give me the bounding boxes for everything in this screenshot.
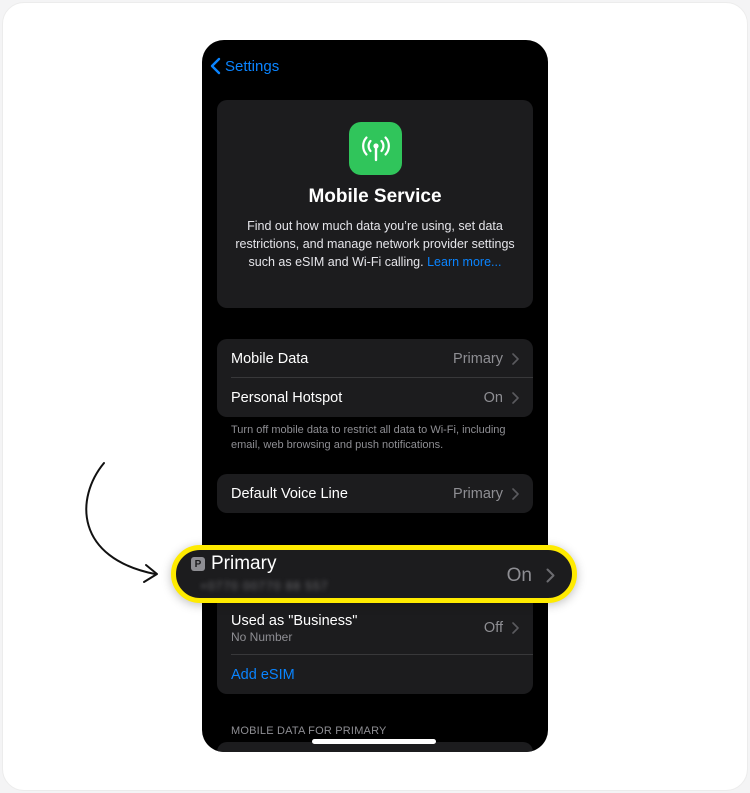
chevron-right-icon [512,352,519,365]
learn-more-link[interactable]: Learn more... [427,255,501,269]
add-esim-label: Add eSIM [231,666,295,683]
voice-line-group: Default Voice Line Primary [217,474,533,513]
home-indicator [312,739,436,744]
section-header: MOBILE DATA FOR PRIMARY [231,725,387,737]
chevron-left-icon [210,57,221,75]
default-voice-line-row[interactable]: Default Voice Line Primary [217,474,533,513]
primary-line-row[interactable]: P Primary +0770 00770 88 557 On [171,545,577,603]
row-label: Mobile Data [231,350,309,367]
chevron-right-icon [512,622,519,634]
phone-screen: Settings Mobile Service Find out how muc… [202,40,548,752]
row-sublabel: No Number [231,629,293,644]
mobile-data-group: Mobile Data Primary Personal Hotspot On [217,339,533,417]
personal-hotspot-row[interactable]: Personal Hotspot On [217,378,533,417]
chevron-right-icon [512,487,519,500]
back-button-label: Settings [225,57,280,75]
primary-badge: P [191,557,205,571]
mobile-service-header: Mobile Service Find out how much data yo… [217,100,533,308]
business-line-row[interactable]: Used as "Business" No Number Off [217,602,533,654]
back-button[interactable]: Settings [210,56,279,76]
row-value: Primary [453,485,503,502]
row-value: Primary [453,350,503,367]
chevron-right-icon [512,391,519,404]
mobile-data-row[interactable]: Mobile Data Primary [217,339,533,378]
row-label: Default Voice Line [231,485,348,502]
add-esim-row[interactable]: Add eSIM [217,655,533,694]
chevron-right-icon [546,568,555,583]
row-label: Personal Hotspot [231,389,343,406]
row-label: Primary [211,553,277,574]
row-value: Off [483,620,503,636]
page-description: Find out how much data you’re using, set… [231,217,519,271]
row-label: Used as "Business" [231,612,358,629]
row-value: On [483,389,503,406]
pointer-arrow [85,462,158,583]
antenna-signal-icon [349,122,402,175]
mobile-data-footnote: Turn off mobile data to restrict all dat… [231,424,506,451]
phone-number: +0770 00770 88 557 [200,579,329,593]
page-title: Mobile Service [308,186,442,207]
row-value: On [506,565,532,586]
business-line-text: Used as "Business" No Number [231,613,484,644]
